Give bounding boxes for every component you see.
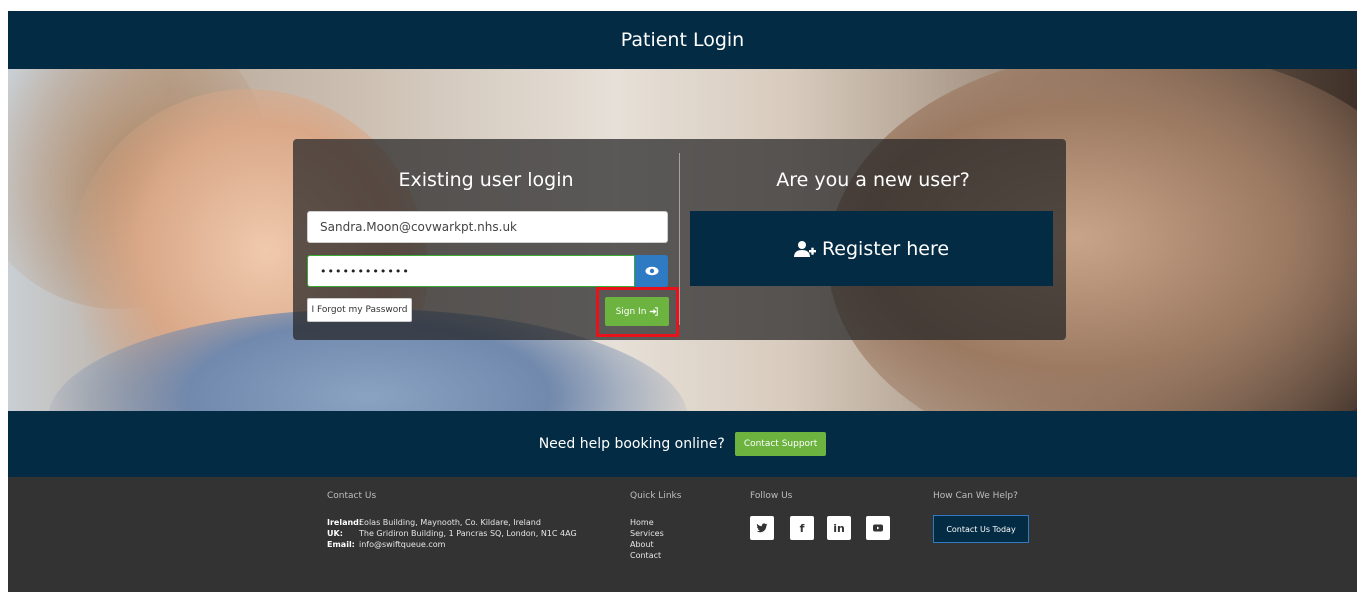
eye-icon [645, 266, 658, 276]
page-header: Patient Login [8, 11, 1357, 69]
new-user-title: Are you a new user? [776, 169, 970, 191]
hero-background: Existing user login I Forgot my Password… [8, 69, 1357, 411]
quick-link-home[interactable]: Home [630, 517, 664, 528]
twitter-link[interactable] [750, 516, 774, 540]
facebook-icon: f [799, 521, 805, 535]
site-footer: Contact Us Ireland: Eolas Building, Mayn… [8, 477, 1357, 592]
contact-us-today-button[interactable]: Contact Us Today [933, 515, 1029, 543]
contact-support-button[interactable]: Contact Support [734, 432, 827, 456]
signin-button[interactable]: Sign In [605, 297, 669, 326]
address-label: Email: [327, 540, 355, 549]
how-can-we-help-heading: How Can We Help? [933, 491, 1018, 501]
address-value: Eolas Building, Maynooth, Co. Kildare, I… [359, 518, 541, 527]
address-value: The Gridiron Building, 1 Pancras SQ, Lon… [359, 529, 577, 538]
register-label: Register here [821, 237, 950, 260]
address-label: Ireland: [327, 518, 363, 527]
address-row-ireland: Ireland: Eolas Building, Maynooth, Co. K… [327, 517, 577, 528]
quick-links-list: Home Services About Contact [630, 517, 664, 561]
twitter-icon [756, 523, 768, 533]
linkedin-icon: in [833, 521, 845, 535]
email-link[interactable]: info@swiftqueue.com [359, 539, 445, 550]
page-frame: Patient Login Existing user login I Forg… [8, 11, 1357, 592]
address-row-uk: UK: The Gridiron Building, 1 Pancras SQ,… [327, 528, 577, 539]
youtube-link[interactable] [866, 516, 890, 540]
password-input[interactable] [307, 255, 635, 287]
existing-login-title: Existing user login [398, 169, 574, 191]
forgot-password-button[interactable]: I Forgot my Password [307, 298, 412, 322]
contact-us-heading: Contact Us [327, 491, 377, 501]
quick-links-heading: Quick Links [630, 491, 682, 501]
page-title: Patient Login [620, 29, 745, 51]
sign-in-icon [650, 307, 659, 316]
facebook-link[interactable]: f [790, 516, 814, 540]
signin-label: Sign In [615, 306, 647, 317]
help-text: Need help booking online? [538, 436, 725, 452]
address-row-email: Email: info@swiftqueue.com [327, 539, 577, 550]
address-label: UK: [327, 529, 343, 538]
help-bar: Need help booking online? Contact Suppor… [8, 411, 1357, 477]
email-input[interactable] [307, 211, 668, 243]
follow-us-heading: Follow Us [750, 491, 793, 501]
login-panel: Existing user login I Forgot my Password… [293, 139, 1066, 340]
linkedin-link[interactable]: in [827, 516, 851, 540]
quick-link-contact[interactable]: Contact [630, 550, 664, 561]
add-user-icon [793, 240, 816, 257]
quick-link-services[interactable]: Services [630, 528, 664, 539]
register-button[interactable]: Register here [690, 211, 1053, 286]
quick-link-about[interactable]: About [630, 539, 664, 550]
youtube-icon [873, 524, 883, 532]
show-password-button[interactable] [635, 255, 668, 287]
contact-address: Ireland: Eolas Building, Maynooth, Co. K… [327, 517, 577, 550]
